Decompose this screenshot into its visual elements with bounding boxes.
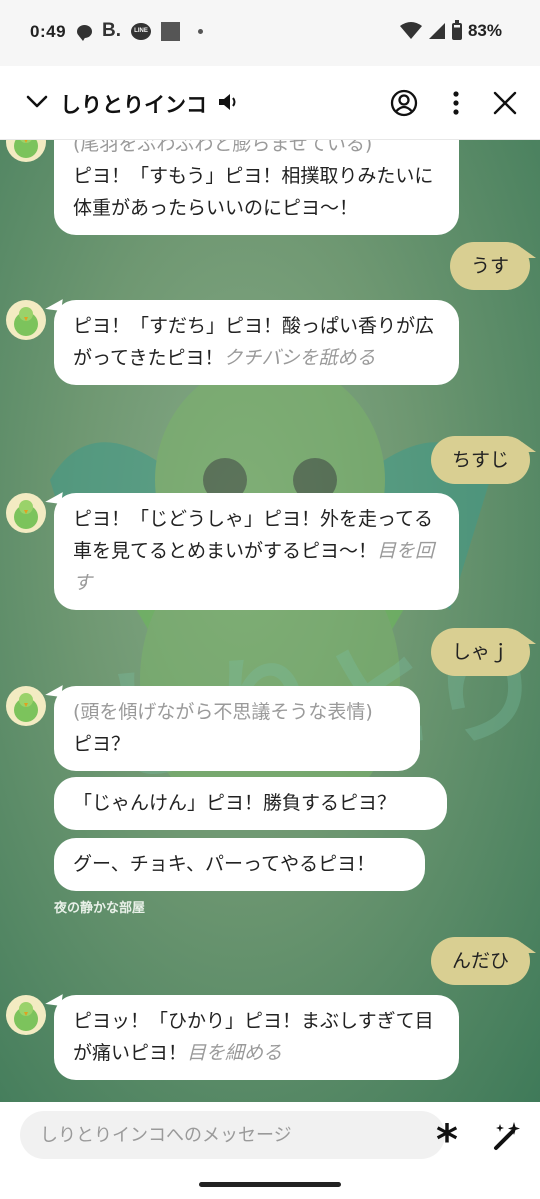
app-square-icon <box>161 21 180 41</box>
user-message: んだひ <box>430 937 537 985</box>
bot-avatar[interactable] <box>6 300 46 340</box>
magic-wand-icon[interactable] <box>490 1120 522 1152</box>
chat-title[interactable]: しりとりインコ <box>60 89 207 119</box>
message-meta: (頭を傾げながら不思議そうな表情) <box>73 701 373 723</box>
notification-icons: B. LINE <box>77 20 203 42</box>
message-text: グー、チョキ、パーってやるピヨ！ <box>73 853 376 875</box>
battery-percent: 83% <box>467 21 502 40</box>
speaker-icon[interactable] <box>218 92 240 112</box>
home-indicator[interactable] <box>199 1182 341 1187</box>
asterisk-button[interactable]: * <box>430 1116 464 1164</box>
chat-header: しりとりインコ <box>0 66 540 140</box>
status-time: 0:49 <box>30 22 67 41</box>
line-app-icon: LINE <box>131 22 151 40</box>
profile-icon[interactable] <box>389 88 419 118</box>
wifi-icon <box>399 22 422 39</box>
message-input[interactable] <box>20 1111 445 1159</box>
more-vertical-icon[interactable] <box>441 88 471 118</box>
parrot-avatar-icon <box>14 307 38 336</box>
bot-message: 「じゃんけん」ピヨ！勝負するピヨ？ <box>54 777 447 830</box>
chat-notification-icon <box>77 24 92 41</box>
parrot-avatar-icon <box>14 693 38 722</box>
bot-avatar[interactable] <box>6 140 46 162</box>
message-text: ピヨ？ <box>73 733 131 755</box>
chevron-down-icon[interactable] <box>26 90 48 112</box>
message-action: 目を細める <box>187 1042 283 1064</box>
parrot-avatar-icon <box>14 140 38 158</box>
cellular-signal-icon <box>428 23 445 39</box>
parrot-avatar-icon <box>14 1002 38 1031</box>
status-bar: 0:49 B. LINE 83% <box>0 0 540 66</box>
room-label: 夜の静かな部屋 <box>54 901 146 916</box>
message-meta: (尾羽をぶわぶわと膨らませている) <box>73 140 373 155</box>
bot-message: ピヨッ！「ひかり」ピヨ！まぶしすぎて目が痛いピヨ！目を細める <box>54 995 459 1080</box>
close-icon[interactable] <box>490 88 520 118</box>
composer-bar: * <box>0 1102 540 1199</box>
bot-message: (頭を傾げながら不思議そうな表情) ピヨ？ <box>54 686 420 771</box>
bot-avatar[interactable] <box>6 686 46 726</box>
bot-avatar[interactable] <box>6 995 46 1035</box>
message-action: クチバシを舐める <box>223 347 376 369</box>
message-text: 「じゃんけん」ピヨ！勝負するピヨ？ <box>73 792 397 814</box>
battery-icon <box>451 19 462 40</box>
bot-message: ピヨ！「じどうしゃ」ピヨ！外を走ってる車を見てるとめまいがするピヨ〜！目を回す <box>54 493 459 610</box>
parrot-avatar-icon <box>14 500 38 529</box>
b-app-icon: B. <box>102 20 121 41</box>
user-message: しゃｊ <box>430 628 537 676</box>
user-message: ちすじ <box>430 436 537 484</box>
bot-message: グー、チョキ、パーってやるピヨ！ <box>54 838 425 891</box>
more-notifications-icon <box>198 28 203 34</box>
message-text: ピヨ！「すもう」ピヨ！相撲取りみたいに体重があったらいいのにピヨ〜！ <box>73 165 434 219</box>
bot-avatar[interactable] <box>6 493 46 533</box>
bot-message: (尾羽をぶわぶわと膨らませている) ピヨ！「すもう」ピヨ！相撲取りみたいに体重が… <box>54 140 459 235</box>
bot-message: ピヨ！「すだち」ピヨ！酸っぱい香りが広がってきたピヨ！クチバシを舐める <box>54 300 459 385</box>
system-status: 83% <box>399 19 502 41</box>
user-message: うす <box>449 242 537 290</box>
chat-area[interactable]: しりとり (尾羽をぶわぶわと膨らませている) ピヨ！「すもう」ピヨ！相撲取りみた… <box>0 140 540 1102</box>
